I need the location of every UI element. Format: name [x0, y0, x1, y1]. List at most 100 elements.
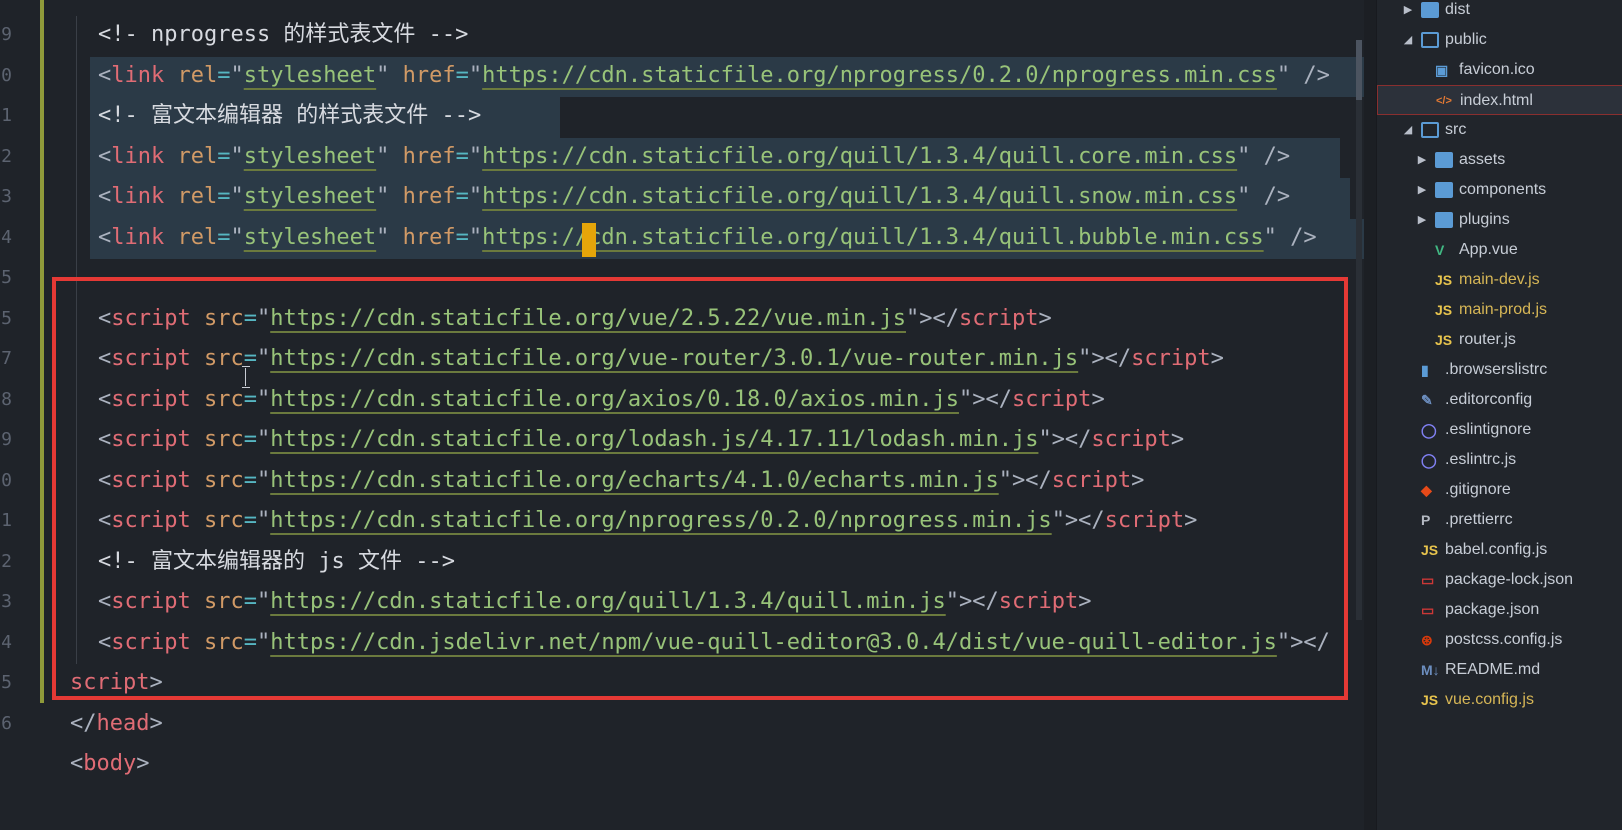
token-tag: link	[111, 143, 165, 169]
token-pun: "></	[1038, 427, 1092, 452]
tree-item-src[interactable]: ◢ src	[1377, 115, 1622, 145]
token-tag: script	[111, 508, 191, 533]
token-pun: "	[230, 184, 244, 209]
tree-item-editorconfig[interactable]: ✎ .editorconfig	[1377, 385, 1622, 415]
folder-open-icon	[1421, 32, 1439, 48]
chevron-right-icon[interactable]: ▶	[1417, 175, 1427, 205]
token-attr: src	[190, 386, 244, 412]
token-attr: src	[190, 427, 244, 452]
tree-item-index-html[interactable]: </> index.html	[1377, 85, 1622, 115]
line-number: 8	[1, 388, 12, 410]
code-line[interactable]: <!- nprogress 的样式表文件 -->	[98, 14, 468, 56]
token-pun: >	[1170, 427, 1185, 452]
code-line[interactable]: <script src="https://cdn.staticfile.org/…	[98, 581, 1091, 623]
token-pun: " />	[1263, 224, 1317, 250]
token-str: https://cdn.staticfile.org/vue/2.5.22/vu…	[270, 305, 906, 331]
token-pun: <	[98, 629, 112, 655]
code-line[interactable]: <script src="https://cdn.staticfile.org/…	[98, 338, 1224, 380]
code-line[interactable]: <script src="https://cdn.staticfile.org/…	[98, 298, 1052, 340]
text-cursor	[582, 222, 596, 257]
tree-item-label: dist	[1445, 1, 1470, 18]
eslint-icon: ◯	[1421, 452, 1437, 468]
code-line[interactable]: script>	[70, 662, 163, 704]
tree-item-postcss-config-js[interactable]: ⊛ postcss.config.js	[1377, 625, 1622, 655]
token-eq: =	[243, 508, 257, 533]
editorconfig-icon: ✎	[1421, 392, 1433, 408]
tree-item-package-lock-json[interactable]: ▭ package-lock.json	[1377, 565, 1622, 595]
tree-item-babel-config-js[interactable]: JS babel.config.js	[1377, 535, 1622, 565]
code-line[interactable]: <link rel="stylesheet" href="https://cdn…	[98, 136, 1290, 178]
js-file-icon: JS	[1421, 692, 1439, 708]
code-line[interactable]: <script src="https://cdn.jsdelivr.net/np…	[98, 622, 1330, 664]
token-attr: rel	[164, 184, 218, 209]
line-number: 7	[1, 348, 12, 369]
token-eq: =	[217, 143, 231, 169]
code-editor[interactable]: 9 0 1 2 3 4 5 5 7 8 9 0 1 2 3 4 5 6 <!- nprogress 的样式表文件 …	[0, 0, 1410, 830]
token-pun: "	[230, 62, 244, 88]
folder-icon	[1435, 212, 1453, 228]
token-pun: <	[98, 62, 112, 88]
tree-item-label: main-prod.js	[1459, 301, 1548, 318]
tree-item-gitignore[interactable]: ◆ .gitignore	[1377, 475, 1622, 505]
token-attr: src	[190, 629, 244, 655]
tree-item-label: assets	[1459, 151, 1506, 168]
folder-icon	[1435, 152, 1453, 168]
line-number: 0	[1, 64, 12, 86]
tree-item-eslintignore[interactable]: ◯ .eslintignore	[1377, 415, 1622, 445]
tree-item-eslintrc-js[interactable]: ◯ .eslintrc.js	[1377, 445, 1622, 475]
tree-item-assets[interactable]: ▶ assets	[1377, 145, 1622, 175]
code-line[interactable]: <script src="https://cdn.staticfile.org/…	[98, 500, 1197, 542]
code-line[interactable]: <link rel="stylesheet" href="https://cdn…	[98, 217, 1317, 259]
tree-item-main-prod-js[interactable]: JS main-prod.js	[1377, 295, 1622, 325]
tree-item-readme-md[interactable]: M↓ README.md	[1377, 655, 1622, 685]
code-line[interactable]: <script src="https://cdn.staticfile.org/…	[98, 419, 1184, 461]
tree-item-vue-config-js[interactable]: JS vue.config.js	[1377, 685, 1622, 715]
token-pun: "></	[945, 589, 999, 614]
tree-item-prettierrc[interactable]: P .prettierrc	[1377, 505, 1622, 535]
git-modified-bar	[40, 0, 44, 703]
tree-item-package-json[interactable]: ▭ package.json	[1377, 595, 1622, 625]
line-number: 1	[1, 105, 12, 126]
token-pun: <	[98, 305, 112, 331]
git-icon: ◆	[1421, 482, 1432, 498]
token-pun: <	[98, 508, 112, 533]
token-pun: <	[98, 427, 112, 452]
token-str: https://cdn.staticfile.org/quill/1.3.4/q…	[482, 143, 1238, 169]
chevron-right-icon[interactable]: ▶	[1403, 0, 1413, 25]
code-line[interactable]: </head>	[70, 703, 163, 745]
overview-ruler	[1364, 0, 1376, 830]
token-str: https://cdn.staticfile.org/nprogress/0.2…	[270, 508, 1052, 533]
token-pun: " />	[1237, 184, 1291, 209]
chevron-down-icon[interactable]: ◢	[1403, 115, 1413, 145]
chevron-right-icon[interactable]: ▶	[1417, 145, 1427, 175]
token-pun: "	[230, 143, 244, 169]
tree-item-app-vue[interactable]: V App.vue	[1377, 235, 1622, 265]
code-area[interactable]: <!- nprogress 的样式表文件 --> <link rel="style…	[46, 0, 1410, 830]
tree-item-favicon-ico[interactable]: ▣ favicon.ico	[1377, 55, 1622, 85]
token-eq: =	[243, 467, 257, 493]
code-line[interactable]: <link rel="stylesheet" href="https://cdn…	[98, 55, 1330, 97]
code-line[interactable]: <link rel="stylesheet" href="https://cdn…	[98, 176, 1290, 218]
token-str: https://cdn.staticfile.org/lodash.js/4.1…	[270, 427, 1039, 452]
line-number: 5	[1, 307, 12, 329]
vertical-scrollbar[interactable]	[1356, 40, 1362, 620]
token-pun: "	[376, 184, 390, 209]
scrollbar-thumb[interactable]	[1356, 40, 1362, 100]
tree-item-dist[interactable]: ▶ dist	[1377, 0, 1622, 25]
code-line[interactable]: <!- 富文本编辑器 的样式表文件 -->	[98, 95, 481, 137]
code-line[interactable]: <body>	[70, 743, 149, 785]
tree-item-browserslistrc[interactable]: ▮ .browserslistrc	[1377, 355, 1622, 385]
chevron-down-icon[interactable]: ◢	[1403, 25, 1413, 55]
token-attr: rel	[164, 62, 218, 88]
code-line[interactable]: <script src="https://cdn.staticfile.org/…	[98, 460, 1144, 502]
token-attr: rel	[164, 224, 218, 250]
tree-item-plugins[interactable]: ▶ plugins	[1377, 205, 1622, 235]
tree-item-router-js[interactable]: JS router.js	[1377, 325, 1622, 355]
code-line[interactable]: <!- 富文本编辑器的 js 文件 -->	[98, 541, 455, 583]
token-pun: "	[256, 427, 271, 452]
tree-item-main-dev-js[interactable]: JS main-dev.js	[1377, 265, 1622, 295]
chevron-right-icon[interactable]: ▶	[1417, 205, 1427, 235]
tree-item-components[interactable]: ▶ components	[1377, 175, 1622, 205]
tree-item-public[interactable]: ◢ public	[1377, 25, 1622, 55]
token-pun: <	[98, 143, 112, 169]
